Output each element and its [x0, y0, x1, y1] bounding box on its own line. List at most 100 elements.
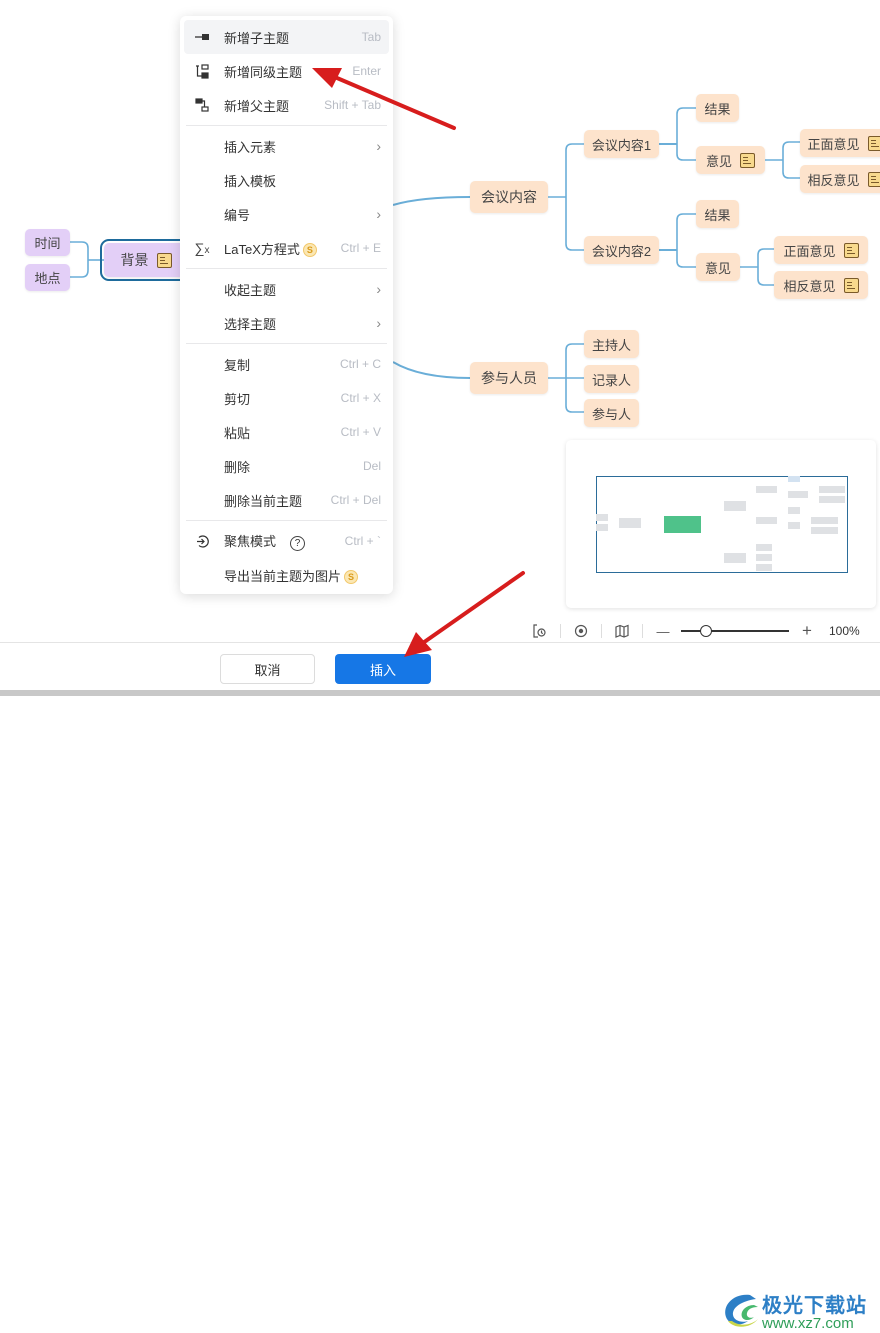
menu-item-label: 导出当前主题为图片 S: [224, 566, 381, 585]
insert-button[interactable]: 插入: [335, 654, 431, 684]
menu-item-label: 新增子主题: [224, 28, 362, 47]
add-sibling-icon: [190, 63, 214, 79]
fit-view-icon[interactable]: [530, 621, 550, 641]
menu-item-text: 插入元素: [224, 139, 277, 155]
node-meeting-content[interactable]: 会议内容: [470, 181, 548, 213]
menu-item[interactable]: 插入模板: [184, 163, 389, 197]
node-place[interactable]: 地点: [25, 264, 70, 291]
menu-item[interactable]: 编号 ›: [184, 197, 389, 231]
menu-item-text: 导出当前主题为图片: [224, 568, 342, 584]
node-opinion-1[interactable]: 意见: [696, 146, 765, 174]
connector: [70, 241, 89, 278]
menu-item-text: 剪切: [224, 391, 251, 407]
minimap-block: [788, 491, 808, 498]
watermark-title: 极光下载站: [762, 1295, 867, 1317]
mindmap-canvas[interactable]: 时间 地点 背景 会议内容 会议内容1 会议内容2 结果 意见 正面意见 相反意…: [0, 0, 880, 642]
chevron-right-icon: ›: [376, 315, 381, 331]
menu-item[interactable]: 删除 Del: [184, 449, 389, 483]
vip-badge-icon: S: [302, 243, 317, 258]
zoom-in-button[interactable]: +: [797, 621, 817, 641]
menu-item-label: 新增父主题: [224, 96, 324, 115]
node-meeting-content-2[interactable]: 会议内容2: [584, 236, 659, 264]
menu-shortcut: Ctrl + E: [340, 241, 381, 255]
menu-shortcut: Ctrl + V: [340, 425, 381, 439]
note-icon[interactable]: [867, 171, 880, 187]
node-opinion-2[interactable]: 意见: [696, 253, 740, 281]
node-background-selected[interactable]: 背景: [100, 239, 192, 281]
minimap-block: [596, 514, 608, 521]
note-icon[interactable]: [156, 252, 172, 268]
watermark-url: www.xz7.com: [762, 1315, 854, 1332]
note-icon[interactable]: [843, 242, 859, 258]
minimap-toggle-icon[interactable]: [612, 621, 632, 641]
menu-item-text: 删除当前主题: [224, 493, 303, 509]
menu-item-label: 插入模板: [224, 171, 381, 190]
node-positive-2[interactable]: 正面意见: [774, 236, 868, 264]
menu-item[interactable]: 新增同级主题 Enter: [184, 54, 389, 88]
minimap-block: [756, 564, 772, 571]
zoom-slider-handle[interactable]: [699, 625, 712, 637]
cancel-button[interactable]: 取消: [220, 654, 315, 684]
menu-item[interactable]: 选择主题 ›: [184, 306, 389, 340]
node-meeting-content-1[interactable]: 会议内容1: [584, 130, 659, 158]
connector: [565, 143, 584, 251]
menu-shortcut: Ctrl + Del: [330, 493, 381, 507]
menu-item[interactable]: 新增父主题 Shift + Tab: [184, 88, 389, 122]
minimap-selected-block: [664, 516, 701, 533]
focus-icon: [190, 534, 214, 549]
node-result-2[interactable]: 结果: [696, 200, 739, 228]
note-icon[interactable]: [843, 277, 859, 293]
menu-item[interactable]: 粘贴 Ctrl + V: [184, 415, 389, 449]
chevron-right-icon: ›: [376, 281, 381, 297]
minimap[interactable]: [566, 440, 876, 608]
watermark: 极光下载站 www.xz7.com: [720, 1289, 880, 1333]
zoom-slider[interactable]: [681, 625, 789, 637]
menu-item[interactable]: 剪切 Ctrl + X: [184, 381, 389, 415]
menu-item[interactable]: 新增子主题 Tab: [184, 20, 389, 54]
node-participants[interactable]: 参与人员: [470, 362, 548, 394]
menu-shortcut: Enter: [352, 64, 381, 78]
menu-item-label: 删除: [224, 457, 363, 476]
note-icon[interactable]: [740, 152, 756, 168]
menu-item-text: 粘贴: [224, 425, 251, 441]
menu-item-label: 插入元素: [224, 137, 376, 156]
menu-divider: [186, 343, 387, 344]
menu-item[interactable]: 删除当前主题 Ctrl + Del: [184, 483, 389, 517]
menu-item[interactable]: 导出当前主题为图片 S: [184, 558, 389, 592]
minimap-block: [619, 518, 641, 528]
menu-item[interactable]: 插入元素 ›: [184, 129, 389, 163]
menu-shortcut: Del: [362, 459, 381, 473]
node-host[interactable]: 主持人: [584, 330, 639, 358]
zoom-level: 100%: [829, 624, 860, 638]
node-negative-1[interactable]: 相反意见: [800, 165, 880, 193]
add-parent-icon: [190, 98, 214, 112]
menu-item-label: 删除当前主题: [224, 491, 331, 510]
connector: [392, 196, 471, 206]
locate-center-icon[interactable]: [571, 621, 591, 641]
node-positive-1[interactable]: 正面意见: [800, 129, 880, 157]
node-time[interactable]: 时间: [25, 229, 70, 256]
menu-item-text: 收起主题: [224, 282, 277, 298]
menu-item[interactable]: 聚焦模式? Ctrl + `: [184, 524, 389, 558]
menu-item-label: LaTeX方程式 S: [224, 239, 341, 258]
context-menu: 新增子主题 Tab 新增同级主题 Enter 新增父主题 Shift + Tab 插入元素 ›…: [180, 16, 393, 594]
menu-item[interactable]: 复制 Ctrl + C: [184, 347, 389, 381]
node-attendee[interactable]: 参与人: [584, 399, 639, 427]
node-negative-2[interactable]: 相反意见: [774, 271, 868, 299]
menu-divider: [186, 268, 387, 269]
node-result-1[interactable]: 结果: [696, 94, 739, 122]
zoom-out-button[interactable]: —: [653, 621, 673, 641]
minimap-block: [811, 527, 838, 534]
menu-item-text: 聚焦模式: [224, 534, 277, 549]
menu-item-text: 新增同级主题: [224, 64, 303, 80]
menu-item[interactable]: 收起主题 ›: [184, 272, 389, 306]
note-icon[interactable]: [867, 135, 880, 151]
minimap-block: [788, 476, 800, 482]
help-icon[interactable]: ?: [290, 536, 306, 551]
menu-item-text: 编号: [224, 207, 251, 223]
menu-item-text: 复制: [224, 357, 251, 373]
menu-item-text: 插入模板: [224, 173, 277, 189]
divider: [601, 624, 602, 638]
node-recorder[interactable]: 记录人: [584, 365, 639, 393]
menu-item[interactable]: ∑x LaTeX方程式 S Ctrl + E: [184, 231, 389, 265]
